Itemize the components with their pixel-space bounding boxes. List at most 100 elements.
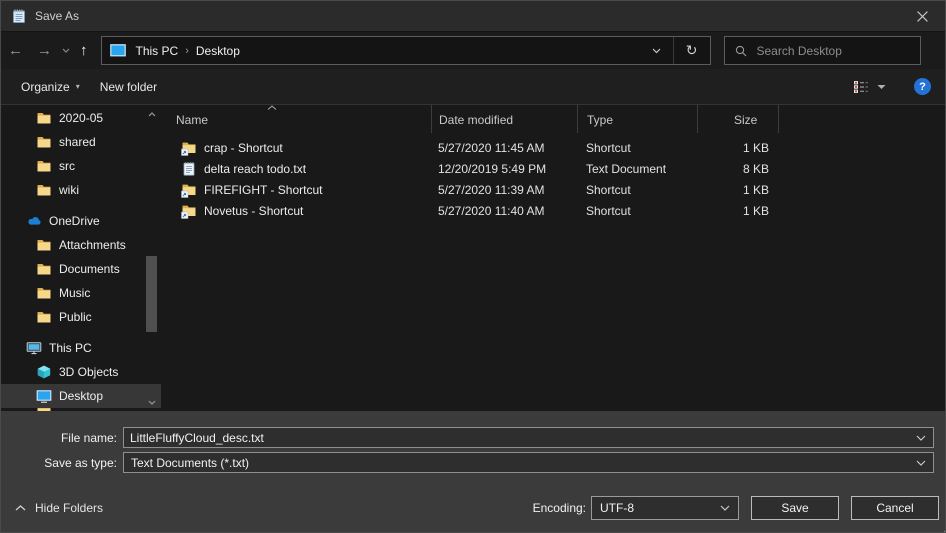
encoding-label: Encoding:	[533, 501, 586, 515]
organize-dropdown-icon: ▾	[76, 82, 80, 91]
sidebar-item-label: 2020-05	[59, 111, 103, 125]
sidebar-scrollbar[interactable]	[144, 105, 159, 411]
folder-icon	[36, 134, 52, 150]
folder-icon	[36, 182, 52, 198]
encoding-value: UTF-8	[600, 501, 634, 515]
column-headers: NameDate modifiedTypeSize	[161, 105, 945, 133]
file-name: crap - Shortcut	[204, 141, 283, 155]
address-dropdown-chevron-icon[interactable]	[640, 37, 674, 64]
views-dropdown-icon	[877, 84, 886, 90]
search-input[interactable]	[755, 43, 914, 59]
file-list: NameDate modifiedTypeSize crap - Shortcu…	[161, 105, 945, 411]
file-size: 1 KB	[697, 183, 779, 197]
breadcrumb-this-pc[interactable]: This PC	[132, 44, 183, 58]
file-row[interactable]: Novetus - Shortcut5/27/2020 11:40 AMShor…	[161, 200, 945, 221]
breadcrumb-separator-icon: ›	[182, 45, 192, 57]
column-header-type[interactable]: Type	[577, 105, 697, 133]
sidebar-item-wiki[interactable]: wiki	[1, 178, 161, 202]
file-type: Text Document	[577, 162, 697, 176]
scroll-up-icon[interactable]	[144, 107, 159, 121]
column-header-date-modified[interactable]: Date modified	[431, 105, 577, 133]
sidebar-item-onedrive[interactable]: OneDrive	[1, 209, 161, 233]
sidebar-item-label: Public	[59, 310, 92, 324]
sidebar-item-label: This PC	[49, 341, 92, 355]
sidebar-item-3d-objects[interactable]: 3D Objects	[1, 360, 161, 384]
sidebar-item-music[interactable]: Music	[1, 281, 161, 305]
file-size: 8 KB	[697, 162, 779, 176]
window-title: Save As	[35, 9, 79, 23]
navigation-pane: 2020-05 shared src wiki OneDrive Attachments D…	[1, 105, 161, 411]
desktop-icon	[36, 388, 52, 404]
sidebar-item-documents[interactable]: Documents	[1, 257, 161, 281]
folder-shortcut-icon	[181, 182, 197, 198]
file-row[interactable]: delta reach todo.txt 12/20/2019 5:49 PMTe…	[161, 158, 945, 179]
text-file-icon	[181, 161, 197, 177]
sidebar-item-label: Desktop	[59, 389, 103, 403]
sidebar-item-public[interactable]: Public	[1, 305, 161, 329]
forward-button[interactable]: →	[30, 37, 59, 65]
scrollbar-thumb[interactable]	[146, 256, 157, 332]
thispc-icon	[26, 340, 42, 356]
file-type: Shortcut	[577, 183, 697, 197]
close-button[interactable]	[900, 1, 945, 31]
column-header-name[interactable]: Name	[161, 105, 431, 133]
notepad-icon	[11, 8, 27, 24]
resize-grip[interactable]	[940, 527, 942, 529]
cube-icon	[36, 364, 52, 380]
hide-folders-button[interactable]: Hide Folders	[15, 501, 103, 515]
column-header-size[interactable]: Size	[697, 105, 779, 133]
folder-icon	[36, 309, 52, 325]
file-row[interactable]: FIREFIGHT - Shortcut5/27/2020 11:39 AMSh…	[161, 179, 945, 200]
sidebar-item-src[interactable]: src	[1, 154, 161, 178]
file-date-modified: 5/27/2020 11:40 AM	[431, 204, 577, 218]
sidebar-item-attachments[interactable]: Attachments	[1, 233, 161, 257]
file-size: 1 KB	[697, 141, 779, 155]
save-as-dialog: Save As ← → ↑ This PC › Desktop ↻	[0, 0, 946, 533]
search-icon	[735, 45, 747, 57]
new-folder-button[interactable]: New folder	[90, 80, 167, 94]
onedrive-icon	[26, 213, 42, 229]
help-button[interactable]: ?	[914, 78, 931, 95]
title-bar: Save As	[1, 1, 945, 31]
file-size: 1 KB	[697, 204, 779, 218]
up-button[interactable]: ↑	[73, 37, 95, 65]
refresh-icon[interactable]: ↻	[674, 37, 710, 64]
organize-button[interactable]: Organize ▾	[11, 80, 90, 94]
breadcrumb-desktop[interactable]: Desktop	[192, 44, 244, 58]
folder-icon	[36, 158, 52, 174]
address-bar[interactable]: This PC › Desktop ↻	[101, 36, 711, 65]
cancel-button[interactable]: Cancel	[851, 496, 939, 520]
sidebar-item-label: src	[59, 159, 75, 173]
save-panel: File name: Save as type: Text Documents …	[1, 411, 945, 533]
file-name-dropdown-icon[interactable]	[916, 435, 926, 441]
search-box[interactable]	[724, 36, 921, 65]
save-as-type-label: Save as type:	[1, 456, 123, 470]
save-as-type-select[interactable]: Text Documents (*.txt)	[123, 452, 934, 473]
folder-icon	[36, 110, 52, 126]
details-view-icon	[853, 80, 869, 94]
file-row[interactable]: crap - Shortcut5/27/2020 11:45 AMShortcu…	[161, 137, 945, 158]
sidebar-item-2020-05[interactable]: 2020-05	[1, 106, 161, 130]
file-name-label: File name:	[1, 431, 123, 445]
sidebar-item-label: Music	[59, 286, 90, 300]
encoding-select[interactable]: UTF-8	[591, 496, 739, 520]
sidebar-item-this-pc[interactable]: This PC	[1, 336, 161, 360]
sidebar-item-label: shared	[59, 135, 96, 149]
change-view-button[interactable]	[843, 80, 896, 94]
back-button[interactable]: ←	[1, 37, 30, 65]
navigation-bar: ← → ↑ This PC › Desktop ↻	[1, 31, 945, 69]
file-name: delta reach todo.txt	[204, 162, 306, 176]
file-name-input[interactable]	[123, 427, 934, 448]
file-rows: crap - Shortcut5/27/2020 11:45 AMShortcu…	[161, 133, 945, 221]
save-button[interactable]: Save	[751, 496, 839, 520]
scroll-down-icon[interactable]	[144, 395, 159, 409]
sidebar-item-desktop[interactable]: Desktop	[1, 384, 161, 408]
file-date-modified: 12/20/2019 5:49 PM	[431, 162, 577, 176]
folder-icon	[36, 285, 52, 301]
sidebar-item-label: Attachments	[59, 238, 126, 252]
sidebar-item-label: Documents	[59, 262, 120, 276]
sidebar-list: 2020-05 shared src wiki OneDrive Attachments D…	[1, 106, 161, 411]
recent-locations-chevron-icon[interactable]	[59, 48, 73, 53]
sidebar-item-shared[interactable]: shared	[1, 130, 161, 154]
folder-icon	[36, 237, 52, 253]
